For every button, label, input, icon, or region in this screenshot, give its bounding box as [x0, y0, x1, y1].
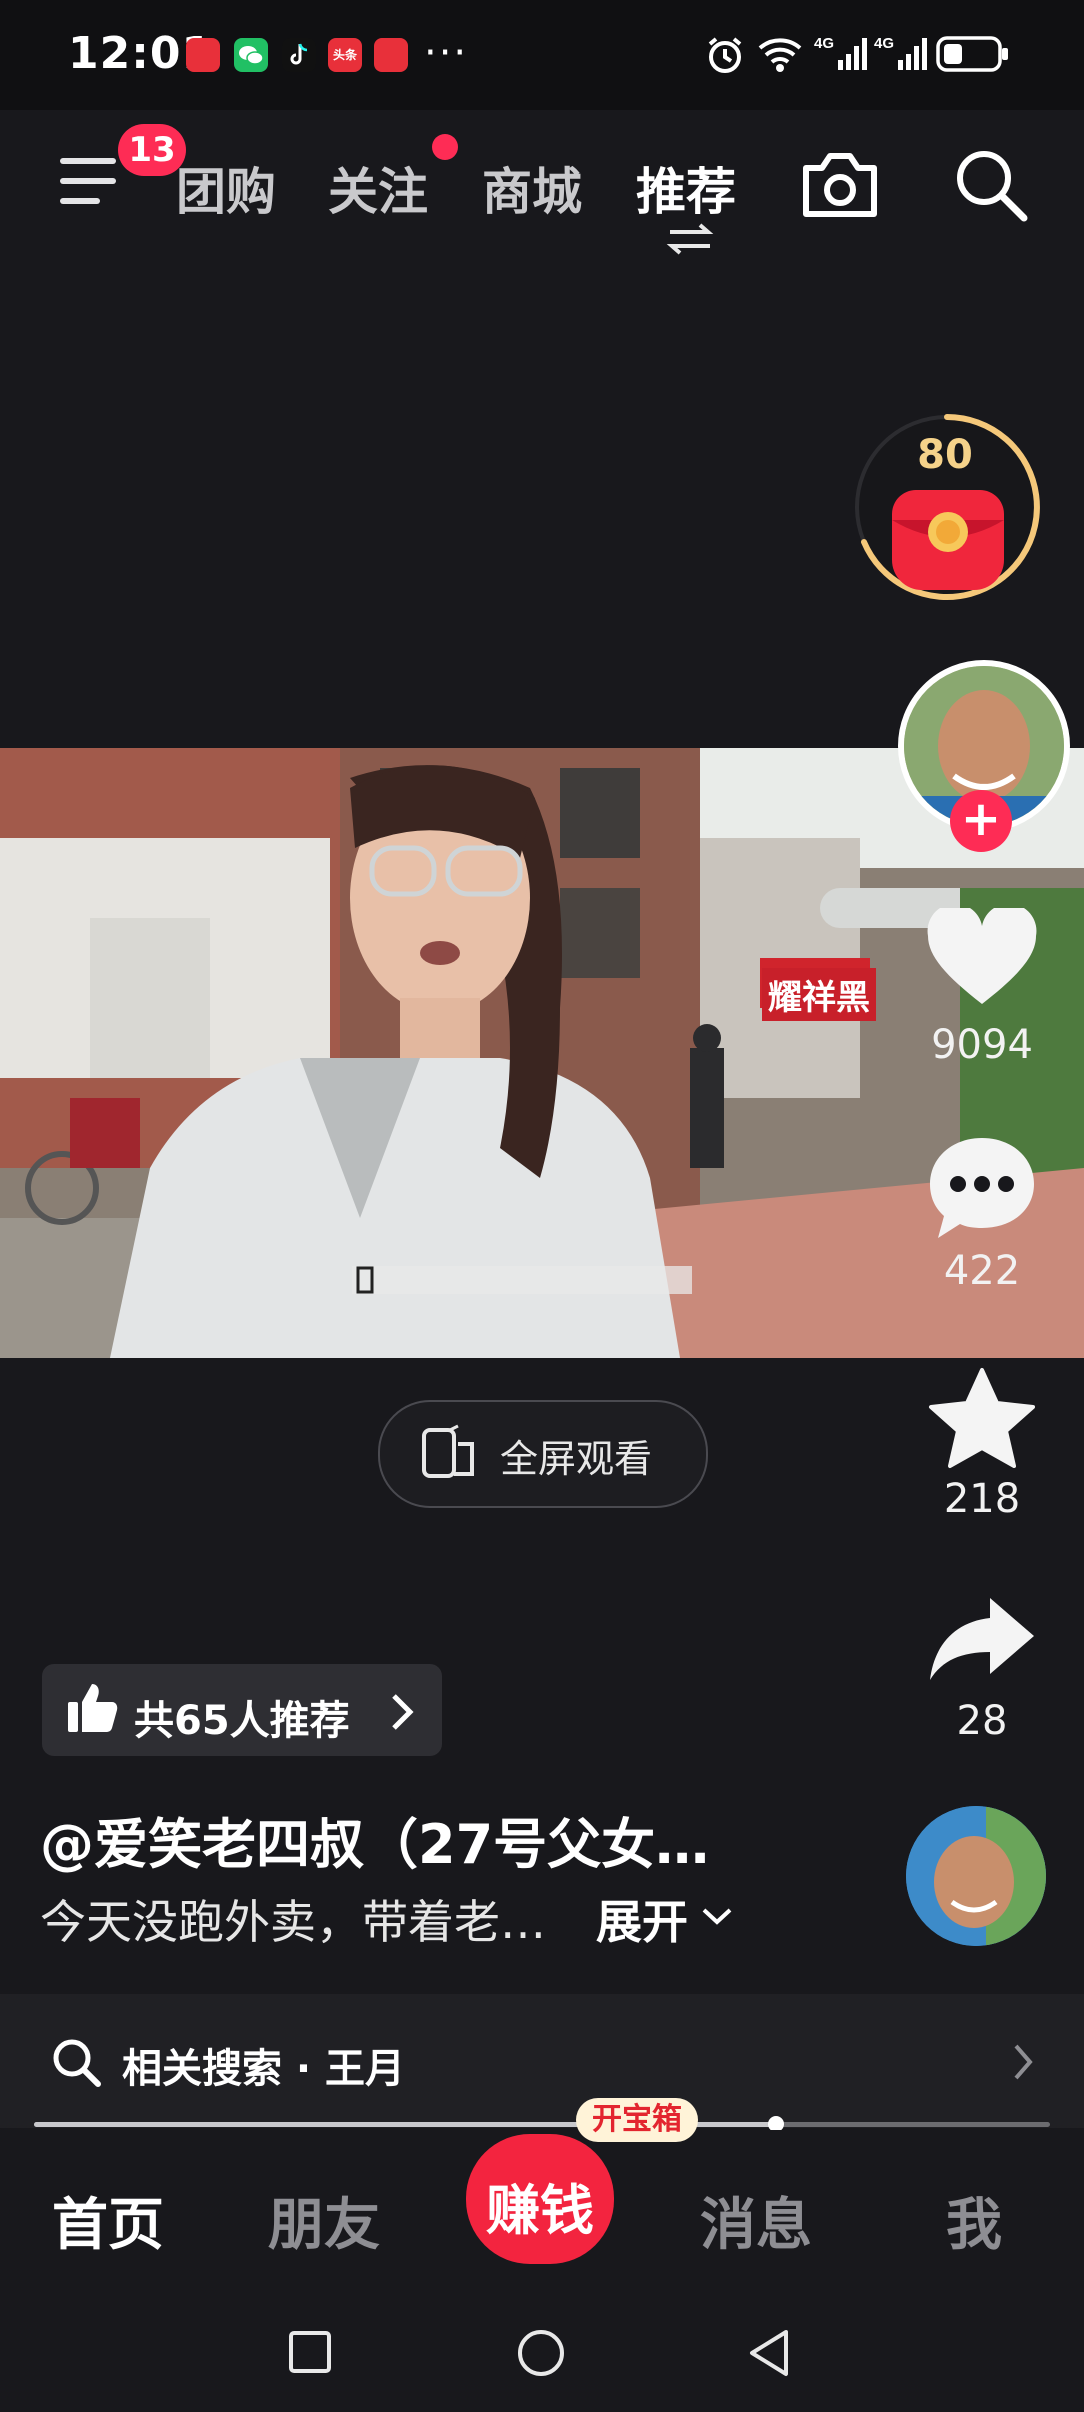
tab-mall[interactable]: 商城 — [482, 152, 582, 224]
follow-plus-button[interactable]: + — [950, 790, 1012, 852]
share-count: 28 — [956, 1698, 1008, 1744]
more-notifications-icon: ··· — [424, 30, 469, 76]
home-circle-icon[interactable] — [516, 2328, 566, 2382]
recommend-count-label: 共65人推荐 — [134, 1698, 350, 1744]
fullscreen-label: 全屏观看 — [500, 1437, 653, 1481]
back-triangle-icon[interactable] — [746, 2328, 792, 2382]
related-search-label: 相关搜索 · 王月 — [122, 2046, 406, 2092]
following-dot-badge — [432, 134, 458, 160]
search-icon[interactable] — [952, 146, 1030, 228]
thumbs-up-icon — [64, 1680, 120, 1740]
alarm-icon — [704, 34, 746, 80]
red-envelope-icon[interactable] — [892, 490, 1004, 590]
like-count: 9094 — [931, 1022, 1033, 1068]
tab-home[interactable]: 首页 — [52, 2180, 164, 2261]
svg-text:4G: 4G — [814, 35, 834, 52]
chevron-right-icon — [1010, 2042, 1036, 2086]
tab-following[interactable]: 关注 — [328, 152, 428, 224]
signal-4g-icon: 4G — [874, 32, 932, 78]
expand-button[interactable]: 展开 — [596, 1886, 688, 1952]
tab-messages[interactable]: 消息 — [700, 2180, 812, 2261]
favorite-star-icon[interactable] — [926, 1366, 1038, 1474]
like-heart-icon[interactable] — [926, 903, 1038, 1012]
search-icon — [50, 2036, 102, 2092]
rotate-screen-icon — [420, 1424, 480, 1484]
huawei-store-icon — [374, 38, 408, 72]
tab-me[interactable]: 我 — [946, 2180, 1002, 2261]
earn-label: 赚钱 — [486, 2179, 594, 2242]
camera-icon[interactable] — [798, 146, 882, 226]
battery-icon — [936, 36, 1010, 76]
favorite-count: 218 — [943, 1476, 1021, 1522]
comment-icon[interactable] — [926, 1134, 1038, 1246]
menu-icon[interactable] — [60, 158, 116, 204]
tab-group-buy[interactable]: 团购 — [176, 152, 276, 224]
toutiao-icon: 头条 — [328, 38, 362, 72]
swap-arrows-icon — [666, 222, 714, 260]
svg-text:4G: 4G — [874, 35, 894, 52]
signal-4g-icon: 4G — [814, 32, 872, 78]
tab-recommend[interactable]: 推荐 — [636, 152, 736, 224]
music-disc-avatar[interactable] — [906, 1806, 1046, 1946]
chevron-right-icon — [388, 1692, 416, 1736]
author-name[interactable]: @爱笑老四叔（27号父女… — [40, 1800, 709, 1879]
recent-apps-icon[interactable] — [288, 2330, 332, 2378]
huawei-store-icon — [186, 38, 220, 72]
subtitle-caption — [352, 1262, 692, 1298]
share-arrow-icon[interactable] — [926, 1594, 1038, 1688]
video-description: 今天没跑外卖，带着老… — [40, 1895, 546, 1949]
wechat-icon — [234, 38, 268, 72]
treasure-box-tag[interactable]: 开宝箱 — [576, 2098, 698, 2142]
tiktok-icon — [282, 38, 316, 72]
chevron-down-icon — [700, 1904, 734, 1932]
wifi-icon — [756, 34, 804, 78]
reward-coin-count: 80 — [917, 432, 973, 478]
tab-friends[interactable]: 朋友 — [268, 2180, 380, 2261]
shop-sign-text: 耀祥黑 — [762, 968, 876, 1021]
comment-count: 422 — [943, 1248, 1021, 1294]
